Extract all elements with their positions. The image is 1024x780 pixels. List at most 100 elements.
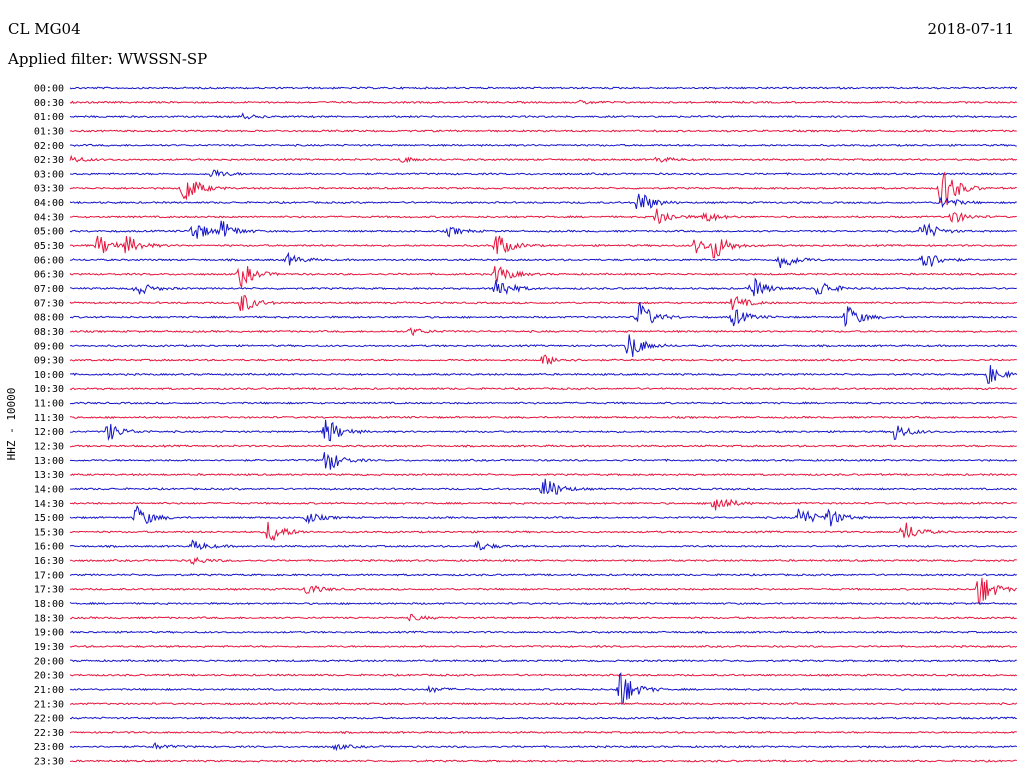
tick-label: 22:00 xyxy=(34,714,64,725)
trace-line xyxy=(69,86,1018,90)
tick-label: 15:30 xyxy=(34,527,64,538)
trace-line xyxy=(69,99,1017,105)
trace-line xyxy=(69,601,1018,606)
trace-line xyxy=(69,504,1018,527)
tick-label: 07:30 xyxy=(34,298,64,309)
trace-line xyxy=(69,472,1018,477)
tick-label: 21:30 xyxy=(34,699,64,710)
trace-line xyxy=(69,220,1017,239)
tick-label: 05:30 xyxy=(34,241,64,252)
tick-label: 09:30 xyxy=(34,356,64,367)
trace-line xyxy=(69,301,1017,328)
tick-label: 13:00 xyxy=(34,456,64,467)
tick-label: 05:00 xyxy=(34,227,64,238)
trace-line xyxy=(69,143,1017,147)
trace-line xyxy=(69,354,1017,365)
trace-line xyxy=(70,401,1017,405)
trace-line xyxy=(69,444,1017,448)
tick-label: 19:30 xyxy=(34,642,64,653)
trace-line xyxy=(69,235,1017,259)
trace-line xyxy=(69,386,1017,391)
trace-line xyxy=(69,521,1017,541)
tick-label: 08:00 xyxy=(34,313,64,324)
time-tick-labels: 00:00 00:30 01:00 01:30 02:00 02:30 03:00 03:30… xyxy=(34,84,64,768)
tick-label: 11:30 xyxy=(34,413,64,424)
trace-line xyxy=(69,129,1017,133)
tick-label: 17:00 xyxy=(34,570,64,581)
tick-label: 01:30 xyxy=(34,126,64,137)
trace-line xyxy=(69,277,1017,297)
tick-label: 02:30 xyxy=(34,155,64,166)
trace-line xyxy=(69,716,1017,720)
tick-label: 16:30 xyxy=(34,556,64,567)
tick-label: 12:00 xyxy=(34,427,64,438)
trace-line xyxy=(69,613,1017,622)
trace-line xyxy=(69,673,1018,677)
tick-label: 22:30 xyxy=(34,728,64,739)
trace-line xyxy=(69,154,1018,164)
trace-line xyxy=(69,577,1018,605)
trace-line xyxy=(70,415,1017,420)
tick-label: 14:00 xyxy=(34,484,64,495)
trace-line xyxy=(69,644,1018,649)
tick-label: 15:00 xyxy=(34,513,64,524)
tick-label: 08:30 xyxy=(34,327,64,338)
trace-line xyxy=(69,251,1017,269)
tick-label: 21:00 xyxy=(34,685,64,696)
y-axis-label: HHZ - 10000 xyxy=(5,388,18,461)
tick-label: 20:30 xyxy=(34,671,64,682)
trace-line xyxy=(69,498,1017,511)
trace-line xyxy=(69,193,1017,210)
trace-line xyxy=(69,171,1017,206)
trace-line xyxy=(69,295,1018,312)
trace-line xyxy=(69,208,1017,225)
trace-line xyxy=(69,658,1017,663)
seismic-traces xyxy=(69,86,1018,763)
trace-line xyxy=(69,742,1018,752)
trace-line xyxy=(69,452,1018,470)
trace-line xyxy=(69,730,1017,735)
trace-line xyxy=(69,169,1017,178)
trace-line xyxy=(69,759,1017,763)
tick-label: 10:00 xyxy=(34,370,64,381)
trace-line xyxy=(69,702,1018,706)
trace-line xyxy=(69,539,1018,551)
tick-label: 19:00 xyxy=(34,628,64,639)
trace-line xyxy=(69,334,1017,357)
tick-label: 23:00 xyxy=(34,742,64,753)
tick-label: 14:30 xyxy=(34,499,64,510)
trace-line xyxy=(69,478,1018,495)
tick-label: 00:30 xyxy=(34,98,64,109)
tick-label: 11:00 xyxy=(34,399,64,410)
tick-label: 10:30 xyxy=(34,384,64,395)
tick-label: 13:30 xyxy=(34,470,64,481)
tick-label: 03:30 xyxy=(34,184,64,195)
tick-label: 23:30 xyxy=(34,757,64,768)
tick-label: 12:30 xyxy=(34,442,64,453)
tick-label: 06:00 xyxy=(34,255,64,266)
tick-label: 06:30 xyxy=(34,270,64,281)
tick-label: 18:00 xyxy=(34,599,64,610)
tick-label: 04:30 xyxy=(34,212,64,223)
trace-line xyxy=(69,112,1017,120)
tick-label: 07:00 xyxy=(34,284,64,295)
tick-label: 02:00 xyxy=(34,141,64,152)
tick-label: 00:00 xyxy=(34,84,64,95)
trace-line xyxy=(69,266,1017,290)
tick-label: 04:00 xyxy=(34,198,64,209)
tick-label: 17:30 xyxy=(34,585,64,596)
trace-line xyxy=(69,419,1018,442)
trace-line xyxy=(69,573,1018,577)
tick-label: 03:00 xyxy=(34,169,64,180)
tick-label: 20:00 xyxy=(34,656,64,667)
tick-label: 18:30 xyxy=(34,613,64,624)
tick-label: 16:00 xyxy=(34,542,64,553)
trace-line xyxy=(69,630,1018,634)
trace-line xyxy=(70,556,1017,566)
trace-line xyxy=(69,327,1018,337)
trace-line xyxy=(69,365,1018,384)
tick-label: 01:00 xyxy=(34,112,64,123)
trace-line xyxy=(69,672,1018,706)
helicorder-plot: HHZ - 10000 00:00 00:30 01:00 01:30 02:00 02:… xyxy=(5,84,1018,768)
tick-label: 09:00 xyxy=(34,341,64,352)
